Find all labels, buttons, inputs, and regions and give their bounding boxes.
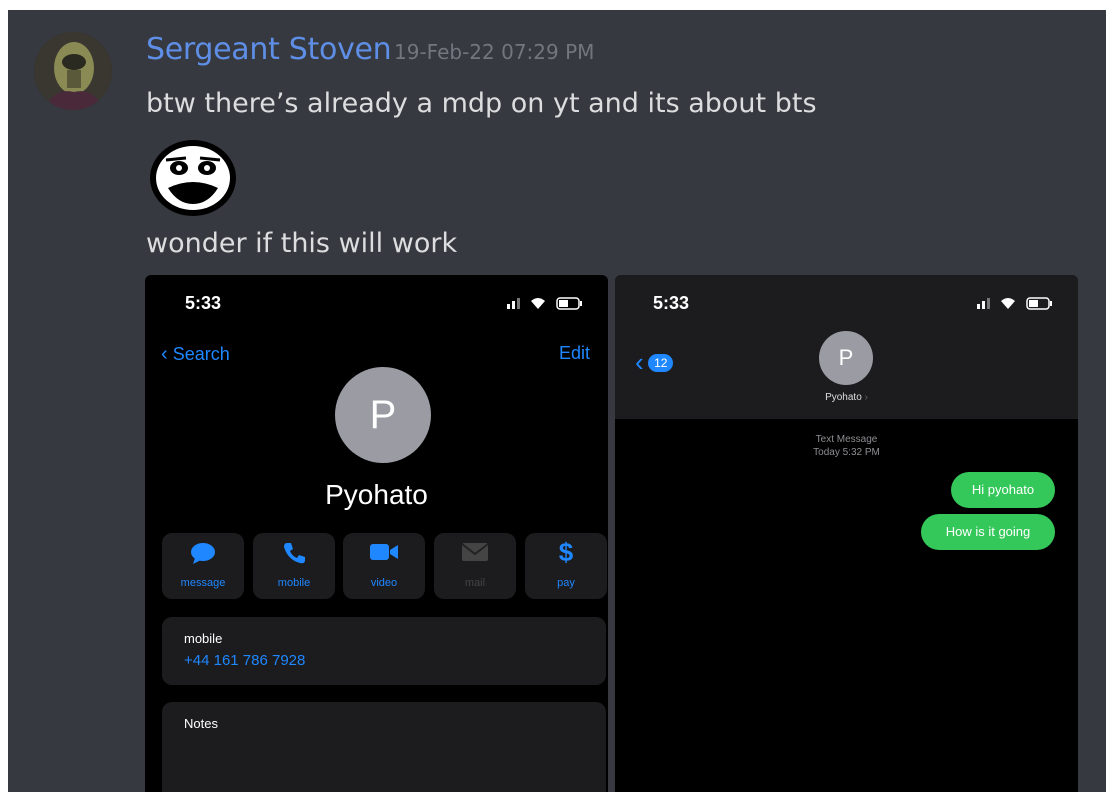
message-timestamp: 19-Feb-22 07:29 PM <box>394 40 595 64</box>
video-camera-icon <box>343 541 425 568</box>
mobile-action-button[interactable]: mobile <box>253 533 335 599</box>
pay-action-button[interactable]: $ pay <box>525 533 607 599</box>
chevron-left-icon: ‹ <box>635 347 644 377</box>
contact-screenshot[interactable]: 5:33 ‹ Search Edit P Pyohato message mob… <box>145 275 608 792</box>
back-button[interactable]: ‹ 12 <box>635 347 674 378</box>
phone-label: mobile <box>184 631 223 646</box>
video-action-button[interactable]: video <box>343 533 425 599</box>
back-to-search-link[interactable]: ‹ Search <box>161 343 230 366</box>
user-avatar[interactable] <box>34 32 112 110</box>
sent-message-bubble[interactable]: How is it going <box>921 514 1055 550</box>
unread-count-badge: 12 <box>648 353 674 372</box>
mail-action-label: mail <box>464 577 486 589</box>
contact-avatar[interactable]: P <box>819 331 873 385</box>
contact-name-link[interactable]: Pyohato › <box>615 392 1078 403</box>
phone-number-card[interactable]: mobile +44 161 786 7928 <box>162 617 606 685</box>
phone-number-link[interactable]: +44 161 786 7928 <box>184 652 305 669</box>
chevron-right-icon: › <box>864 392 868 403</box>
contact-avatar: P <box>335 367 431 463</box>
video-action-label: video <box>370 577 398 589</box>
message-date-label: Today 5:32 PM <box>813 447 880 458</box>
message-bubble-icon <box>162 541 244 570</box>
message-text-line-1: btw there’s already a mdp on yt and its … <box>146 88 817 119</box>
notes-card[interactable]: Notes <box>162 702 606 792</box>
status-icons <box>507 295 587 316</box>
message-meta: Text Message Today 5:32 PM <box>615 433 1078 459</box>
status-time: 5:33 <box>653 293 690 313</box>
message-action-button[interactable]: message <box>162 533 244 599</box>
pay-action-label: pay <box>557 577 575 589</box>
message-type-label: Text Message <box>815 434 878 445</box>
mail-action-button[interactable]: mail <box>434 533 516 599</box>
author-name[interactable]: Sergeant Stoven <box>146 32 392 67</box>
edit-button[interactable]: Edit <box>559 343 590 364</box>
notes-label: Notes <box>184 716 218 731</box>
contact-name: Pyohato <box>825 392 862 403</box>
status-icons <box>977 295 1057 316</box>
meme-face-emoji <box>148 138 238 218</box>
dollar-icon: $ <box>558 537 574 567</box>
status-time: 5:33 <box>185 293 222 313</box>
message-text-line-2: wonder if this will work <box>146 228 458 259</box>
messages-screenshot[interactable]: 5:33 ‹ 12 P Pyohato › Text Message Today… <box>615 275 1078 792</box>
chevron-left-icon: ‹ <box>161 343 168 365</box>
back-label: Search <box>172 344 230 364</box>
sent-message-bubble[interactable]: Hi pyohato <box>951 472 1055 508</box>
mobile-action-label: mobile <box>277 577 311 589</box>
discord-message-area: Sergeant Stoven 19-Feb-22 07:29 PM btw t… <box>8 10 1106 792</box>
message-action-label: message <box>180 577 226 589</box>
mail-icon <box>434 541 516 568</box>
contact-name: Pyohato <box>325 479 428 510</box>
phone-icon <box>253 541 335 570</box>
